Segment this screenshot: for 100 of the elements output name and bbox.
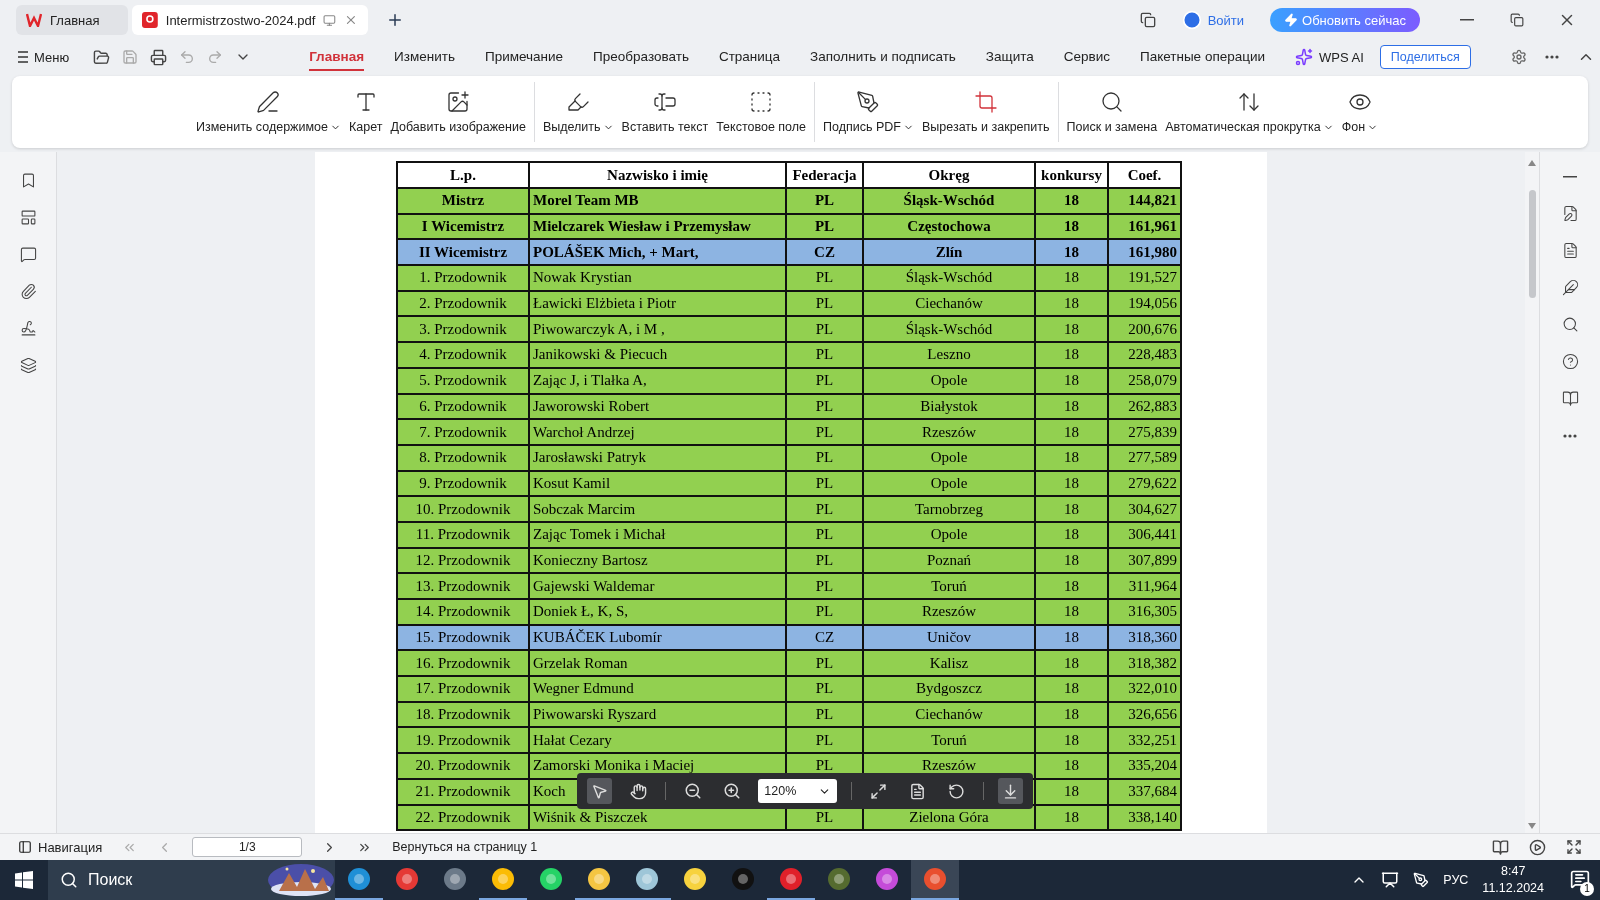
text-box-icon [652,90,677,114]
scroll-button[interactable] [997,778,1023,804]
more-button[interactable] [1544,55,1559,59]
book-icon [1492,838,1509,856]
clock[interactable]: 8:47 11.12.2024 [1482,863,1544,897]
table-cell: 18 [1035,393,1108,420]
sidebar-button[interactable] [1561,242,1579,259]
sidebar-button[interactable] [1561,279,1579,296]
zoom-dropdown[interactable]: 120% [758,779,837,803]
sidebar-button[interactable] [1561,205,1579,222]
back-link[interactable]: Вернуться на страницу 1 [392,840,538,854]
table-cell: PL [786,470,863,497]
tool-button[interactable]: Текстовое поле [712,82,810,142]
navigation-button[interactable]: Навигация [18,839,103,855]
thumbnail-icon [19,209,37,226]
table-cell: 275,839 [1108,419,1181,445]
tool-button[interactable]: Вставить текст [617,82,713,142]
windows-logo-icon [15,871,33,889]
table-cell: Częstochowa [863,213,1035,240]
table-cell: 14. Przodownik [397,599,529,625]
minimize-icon [1460,19,1474,21]
ribbon-tab[interactable]: Защита [985,43,1034,71]
sidebar-button[interactable] [1561,316,1579,333]
ribbon-tab[interactable]: Примечание [484,43,564,71]
table-cell: 161,980 [1108,239,1181,266]
table-cell: Białystok [863,393,1035,420]
reading-mode-button[interactable] [1492,838,1509,856]
lightning-icon [1284,13,1299,27]
ribbon-tab[interactable]: Изменить [394,43,455,71]
table-cell: Jarosławski Patryk [529,444,786,471]
table-cell: 18 [1035,470,1108,497]
login-button[interactable]: Войти [1175,9,1251,31]
scrollbar[interactable] [1525,152,1539,833]
table-cell: 4. Przodownik [397,342,529,368]
ribbon-tab[interactable]: Сервис [1063,43,1110,71]
table-cell: 18 [1035,701,1108,728]
tool-button[interactable]: Карет [344,82,387,142]
share-button[interactable]: Поделиться [1379,45,1471,69]
upgrade-button[interactable]: Обновить сейчас [1270,8,1420,32]
tool-button[interactable]: Поиск и замена [1062,82,1162,142]
table-cell: 13. Przodownik [397,573,529,599]
tool-button[interactable]: Добавить изображение [386,82,530,142]
table-cell: 18. Przodownik [397,701,529,728]
app-icon [539,867,563,891]
language-indicator[interactable]: РУС [1443,873,1469,887]
sidebar-button[interactable] [19,209,37,226]
pen-icon [856,90,881,114]
tool-button[interactable]: Подпись PDF [819,82,918,142]
table-cell: 18 [1035,804,1108,831]
column-header: Nazwisko i imię [529,162,786,188]
table-cell: Kalisz [863,650,1035,677]
select-tool-button[interactable] [587,778,613,804]
tool-button[interactable]: Фон [1337,82,1383,142]
tab[interactable]: Главная [16,5,128,35]
sidebar-button[interactable] [19,320,37,337]
table-cell: 17. Przodownik [397,676,529,702]
windows-button[interactable] [1139,12,1156,28]
menu-button[interactable]: Меню [18,49,70,65]
tool-button[interactable]: Автоматическая прокрутка [1161,82,1338,142]
table-cell: 12. Przodownik [397,547,529,574]
play-button[interactable] [1529,838,1546,856]
table-cell: 326,656 [1108,701,1181,728]
search-field[interactable]: Поиск [48,860,335,900]
table-cell: 18 [1035,753,1108,779]
sidebar-button[interactable] [1561,390,1579,407]
ribbon-tab[interactable]: Пакетные операции [1139,43,1266,71]
panel-icon [18,840,32,854]
ribbon-tab[interactable]: Главная [309,43,365,71]
sidebar-button[interactable] [19,283,37,300]
table-cell: PL [786,213,863,240]
column-header: konkursy [1035,162,1108,188]
table-cell: Śląsk-Wschód [863,188,1035,214]
print-button[interactable] [150,48,168,66]
sidebar-button[interactable] [19,357,37,374]
scrollbar-thumb[interactable] [1528,190,1536,298]
table-cell: POLÁŠEK Mich, + Mart, [529,239,786,266]
tool-button[interactable]: Вырезать и закрепить [917,82,1054,142]
sidebar-button[interactable] [19,246,37,263]
table-cell: Ciechanów [863,701,1035,728]
ribbon-tab[interactable]: Преобразовать [593,43,689,71]
table-cell: 228,483 [1108,342,1181,368]
ribbon-tab[interactable]: Заполнить и подписать [810,43,956,71]
ribbon-tab[interactable]: Страница [718,43,781,71]
column-header: L.p. [397,162,529,188]
sidebar-button[interactable] [1561,353,1579,370]
page-field[interactable]: 1/3 [192,837,303,857]
fullscreen-button[interactable] [1566,839,1582,855]
tab[interactable]: Intermistrzostwo-2024.pdf [132,5,368,35]
open-button[interactable] [93,48,111,66]
ai-button[interactable]: WPS AI [1295,48,1364,66]
edit-icon [1561,205,1579,222]
app-icon [923,867,947,891]
new-tab-button[interactable] [386,11,404,29]
tool-button[interactable]: Изменить содержимое [192,82,345,142]
tool-button[interactable]: Выделить [538,82,618,142]
table-cell: Hałat Cezary [529,727,786,754]
table-cell: 194,056 [1108,290,1181,317]
play-icon [1529,838,1546,856]
settings-button[interactable] [1510,49,1527,65]
app-icon [395,867,419,891]
